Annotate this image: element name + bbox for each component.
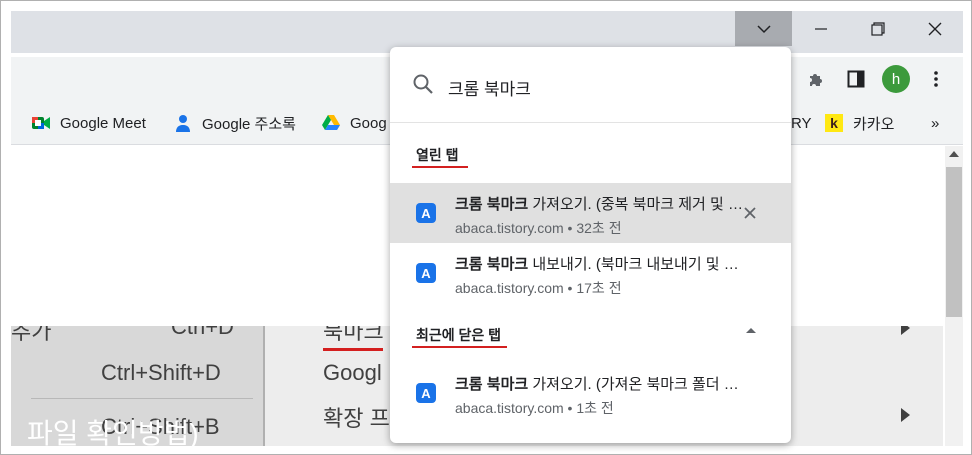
browser-window: h Google Meet Google 주소록 Goog RY k 카카오 » (0, 0, 972, 455)
overlay-caption: 파일 확인방법) (27, 418, 199, 446)
profile-avatar[interactable]: h (882, 65, 910, 93)
restore-icon (870, 21, 885, 36)
person-icon (174, 114, 192, 132)
bookmark-tistory[interactable]: RY (791, 113, 812, 133)
section-underline (412, 166, 468, 168)
close-tab-button[interactable] (740, 203, 760, 223)
section-title-open-tabs: 열린 탭 (416, 147, 459, 163)
kakao-icon: k (825, 114, 843, 132)
tab-result-title: 크롬 북마크 가져오기. (가져온 북마크 폴더 정리) (455, 376, 745, 393)
collapse-arrow-icon[interactable] (746, 328, 756, 333)
bookmark-google-meet[interactable]: Google Meet (32, 113, 146, 133)
menu-highlight-line (323, 348, 383, 351)
menu-separator (31, 398, 253, 399)
tistory-favicon-icon: A (416, 263, 436, 283)
bookmark-label: RY (791, 114, 812, 132)
bookmarks-overflow-button[interactable]: » (931, 113, 939, 133)
tab-result-item[interactable]: A 크롬 북마크 내보내기. (북마크 내보내기 및 저장) abaca.tis… (390, 243, 791, 303)
avatar-letter: h (891, 70, 901, 88)
close-window-button[interactable] (906, 11, 963, 46)
section-underline (412, 346, 507, 348)
tab-result-meta: abaca.tistory.com • 32초 전 (455, 220, 622, 236)
minimize-icon (814, 27, 827, 30)
tab-result-title: 크롬 북마크 내보내기. (북마크 내보내기 및 저장) (455, 256, 745, 273)
scroll-up-arrow-icon[interactable] (949, 151, 959, 157)
menu-text: Ctrl+D (171, 326, 234, 339)
section-title-recently-closed[interactable]: 최근에 닫은 탭 (416, 325, 501, 345)
search-icon (413, 74, 433, 94)
tab-result-title: 크롬 북마크 가져오기. (중복 북마크 제거 및 정리) (455, 196, 745, 213)
tab-result-item[interactable]: A 크롬 북마크 가져오기. (가져온 북마크 폴더 정리) abaca.tis… (390, 363, 791, 423)
bookmark-label: Goog (350, 114, 387, 132)
menu-divider (263, 326, 265, 446)
bookmark-label: 카카오 (853, 115, 895, 133)
side-panel-button[interactable] (842, 65, 870, 93)
google-drive-icon (322, 114, 340, 132)
more-vert-icon (934, 71, 938, 87)
extensions-button[interactable] (803, 65, 831, 93)
tab-result-meta: abaca.tistory.com • 17초 전 (455, 280, 622, 296)
minimize-button[interactable] (792, 11, 849, 46)
tistory-favicon-icon: A (416, 383, 436, 403)
tab-result-meta: abaca.tistory.com • 1초 전 (455, 400, 614, 416)
bookmark-label: Google 주소록 (202, 115, 296, 133)
menu-text: 추가 (11, 326, 52, 344)
close-icon (744, 207, 756, 219)
bookmark-google-contacts[interactable]: Google 주소록 (174, 113, 296, 133)
submenu-arrow-icon (901, 326, 910, 335)
menu-text: 북마크 (323, 326, 384, 344)
tab-search-bar: 크롬 북마크 (390, 47, 791, 123)
restore-button[interactable] (849, 11, 906, 46)
bookmark-label: Google Meet (60, 114, 146, 132)
menu-text: 확장 프 (323, 406, 390, 431)
tab-search-input[interactable]: 크롬 북마크 (448, 75, 531, 100)
scroll-thumb[interactable] (946, 167, 962, 317)
side-panel-icon (847, 70, 865, 88)
menu-text: Googl (323, 360, 382, 385)
bookmark-google-drive[interactable]: Goog (322, 113, 387, 133)
chevron-down-icon (756, 24, 771, 33)
bookmark-kakao[interactable]: k 카카오 (825, 113, 894, 133)
tab-search-popup: 크롬 북마크 열린 탭 A 크롬 북마크 가져오기. (중복 북마크 제거 및 … (390, 47, 791, 443)
close-icon (928, 22, 941, 35)
tistory-favicon-icon: A (416, 203, 436, 223)
submenu-arrow-icon (901, 408, 910, 422)
puzzle-icon (810, 74, 822, 86)
double-chevron-icon: » (931, 114, 940, 132)
google-meet-icon (32, 114, 50, 132)
menu-text: Ctrl+Shift+D (101, 360, 221, 385)
tab-search-button[interactable] (735, 11, 792, 46)
tab-result-item[interactable]: A 크롬 북마크 가져오기. (중복 북마크 제거 및 정리) abaca.ti… (390, 183, 791, 243)
menu-button[interactable] (922, 65, 950, 93)
